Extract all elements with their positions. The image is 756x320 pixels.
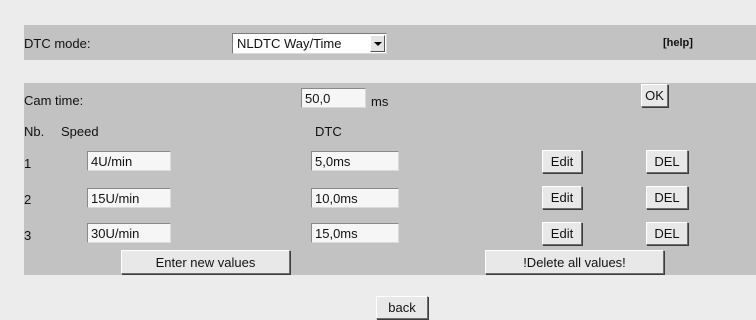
row-number: 3 — [24, 228, 32, 243]
back-button[interactable]: back — [376, 296, 428, 319]
speed-input[interactable] — [87, 151, 171, 171]
delete-button[interactable]: DEL — [646, 186, 688, 209]
speed-input[interactable] — [87, 223, 171, 243]
column-header-speed: Speed — [61, 124, 99, 139]
row-number: 1 — [24, 156, 32, 171]
edit-button[interactable]: Edit — [542, 222, 582, 245]
dtc-mode-label: DTC mode: — [24, 36, 91, 51]
column-header-nb: Nb. — [24, 124, 45, 139]
delete-button[interactable]: DEL — [646, 150, 688, 173]
cam-time-unit: ms — [371, 94, 389, 109]
cam-time-input[interactable] — [301, 88, 366, 108]
delete-button[interactable]: DEL — [646, 222, 688, 245]
column-header-dtc: DTC — [315, 124, 342, 139]
cam-time-label: Cam time: — [24, 93, 84, 108]
row-number: 2 — [24, 192, 32, 207]
dtc-table-panel: Cam time: ms OK Nb. Speed DTC 1 Edit DEL… — [24, 83, 756, 275]
edit-button[interactable]: Edit — [542, 150, 582, 173]
dtc-input[interactable] — [311, 223, 399, 243]
dtc-mode-selected-value: NLDTC Way/Time — [237, 36, 342, 51]
enter-new-values-button[interactable]: Enter new values — [121, 250, 290, 274]
ok-button[interactable]: OK — [641, 84, 668, 107]
speed-input[interactable] — [87, 188, 171, 208]
help-link[interactable]: [help] — [663, 37, 693, 49]
delete-all-values-button[interactable]: !Delete all values! — [485, 250, 664, 274]
chevron-down-icon[interactable] — [370, 35, 385, 52]
dtc-input[interactable] — [311, 188, 399, 208]
dtc-mode-select[interactable]: NLDTC Way/Time — [232, 33, 387, 54]
edit-button[interactable]: Edit — [542, 186, 582, 209]
dtc-input[interactable] — [311, 151, 399, 171]
dtc-mode-panel: DTC mode: NLDTC Way/Time [help] — [24, 25, 756, 60]
